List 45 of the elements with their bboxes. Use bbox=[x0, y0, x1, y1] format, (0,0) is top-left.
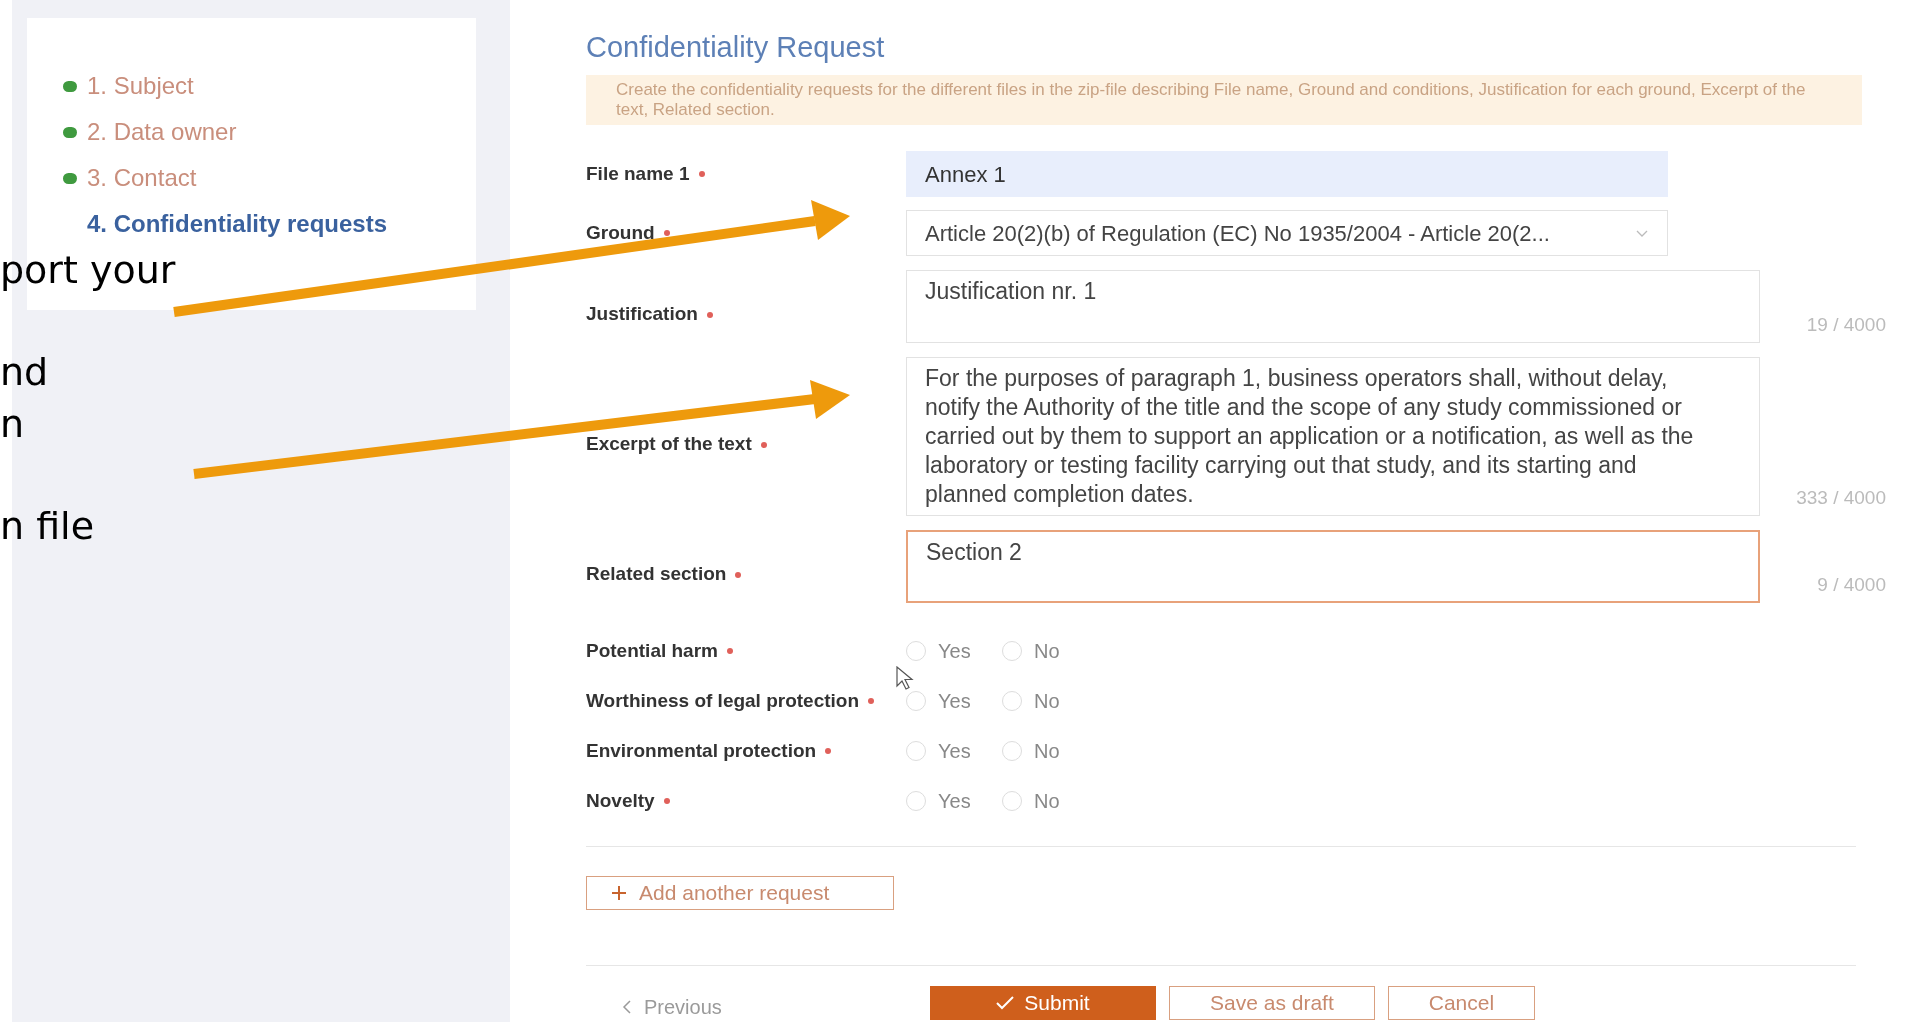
slide-text: n file bbox=[0, 504, 95, 548]
chevron-down-icon bbox=[1635, 228, 1649, 238]
check-icon bbox=[996, 996, 1015, 1010]
info-note: Create the confidentiality requests for the different files in the zip-file describing File name, Ground and conditions, Justification for each ground, Excerpt of the text, Related section. bbox=[586, 75, 1862, 125]
form-button[interactable]: Cancel bbox=[1387, 986, 1536, 1020]
add-request-button[interactable]: Add another request bbox=[586, 876, 894, 910]
field-label: Related section bbox=[586, 562, 727, 587]
text-field[interactable]: Annex 1 bbox=[906, 151, 1668, 197]
field-label: Potential harm bbox=[586, 638, 718, 663]
text-area[interactable]: Justification nr. 1 bbox=[906, 270, 1760, 343]
field-label: File name 1 bbox=[586, 161, 690, 186]
field-label: Ground bbox=[586, 220, 655, 245]
radio-label: No bbox=[1034, 689, 1060, 714]
radio-label: Yes bbox=[938, 789, 971, 814]
select-field[interactable]: Article 20(2)(b) of Regulation (EC) No 1935/2004 - Article 20(2... bbox=[906, 210, 1668, 256]
plus-icon bbox=[611, 885, 627, 901]
radio-label: No bbox=[1034, 639, 1060, 664]
chevron-left-icon bbox=[622, 1000, 632, 1014]
field-label: Worthiness of legal protection bbox=[586, 688, 860, 713]
slide-text: n bbox=[0, 402, 25, 446]
text-area[interactable]: Section 2 bbox=[906, 530, 1760, 603]
submit-button[interactable]: Submit bbox=[930, 986, 1156, 1020]
radio-label: Yes bbox=[938, 639, 971, 664]
character-counter: 9 / 4000 bbox=[1817, 572, 1886, 597]
step-link[interactable]: 4. Confidentiality requests bbox=[87, 206, 388, 242]
step-link[interactable]: 2. Data owner bbox=[87, 114, 237, 150]
step-link[interactable]: 3. Contact bbox=[87, 160, 197, 196]
field-label: Excerpt of the text bbox=[586, 432, 752, 457]
radio-label: Yes bbox=[938, 689, 971, 714]
field-label: Environmental protection bbox=[586, 738, 817, 763]
previous-link[interactable]: Previous bbox=[586, 986, 930, 1022]
text-area[interactable]: For the purposes of paragraph 1, business operators shall, without delay, notify the Authority of the title and the scope of any study commissioned or carried out by them to support an application or a notification, as well as the laboratory or testing facility carrying out that study, and its starting and planned completion dates. bbox=[906, 357, 1760, 516]
character-counter: 333 / 4000 bbox=[1796, 485, 1886, 510]
radio-label: No bbox=[1034, 789, 1060, 814]
slide-text: nd bbox=[0, 350, 49, 394]
field-label: Novelty bbox=[586, 788, 655, 813]
slide-text: port your bbox=[0, 248, 176, 292]
character-counter: 19 / 4000 bbox=[1806, 312, 1886, 337]
step-link[interactable]: 1. Subject bbox=[87, 68, 194, 104]
form-title: Confidentiality Request bbox=[586, 30, 886, 64]
field-label: Justification bbox=[586, 302, 698, 327]
form-button[interactable]: Save as draft bbox=[1169, 986, 1375, 1020]
radio-label: No bbox=[1034, 739, 1060, 764]
radio-label: Yes bbox=[938, 739, 971, 764]
mouse-cursor-icon bbox=[896, 666, 914, 690]
